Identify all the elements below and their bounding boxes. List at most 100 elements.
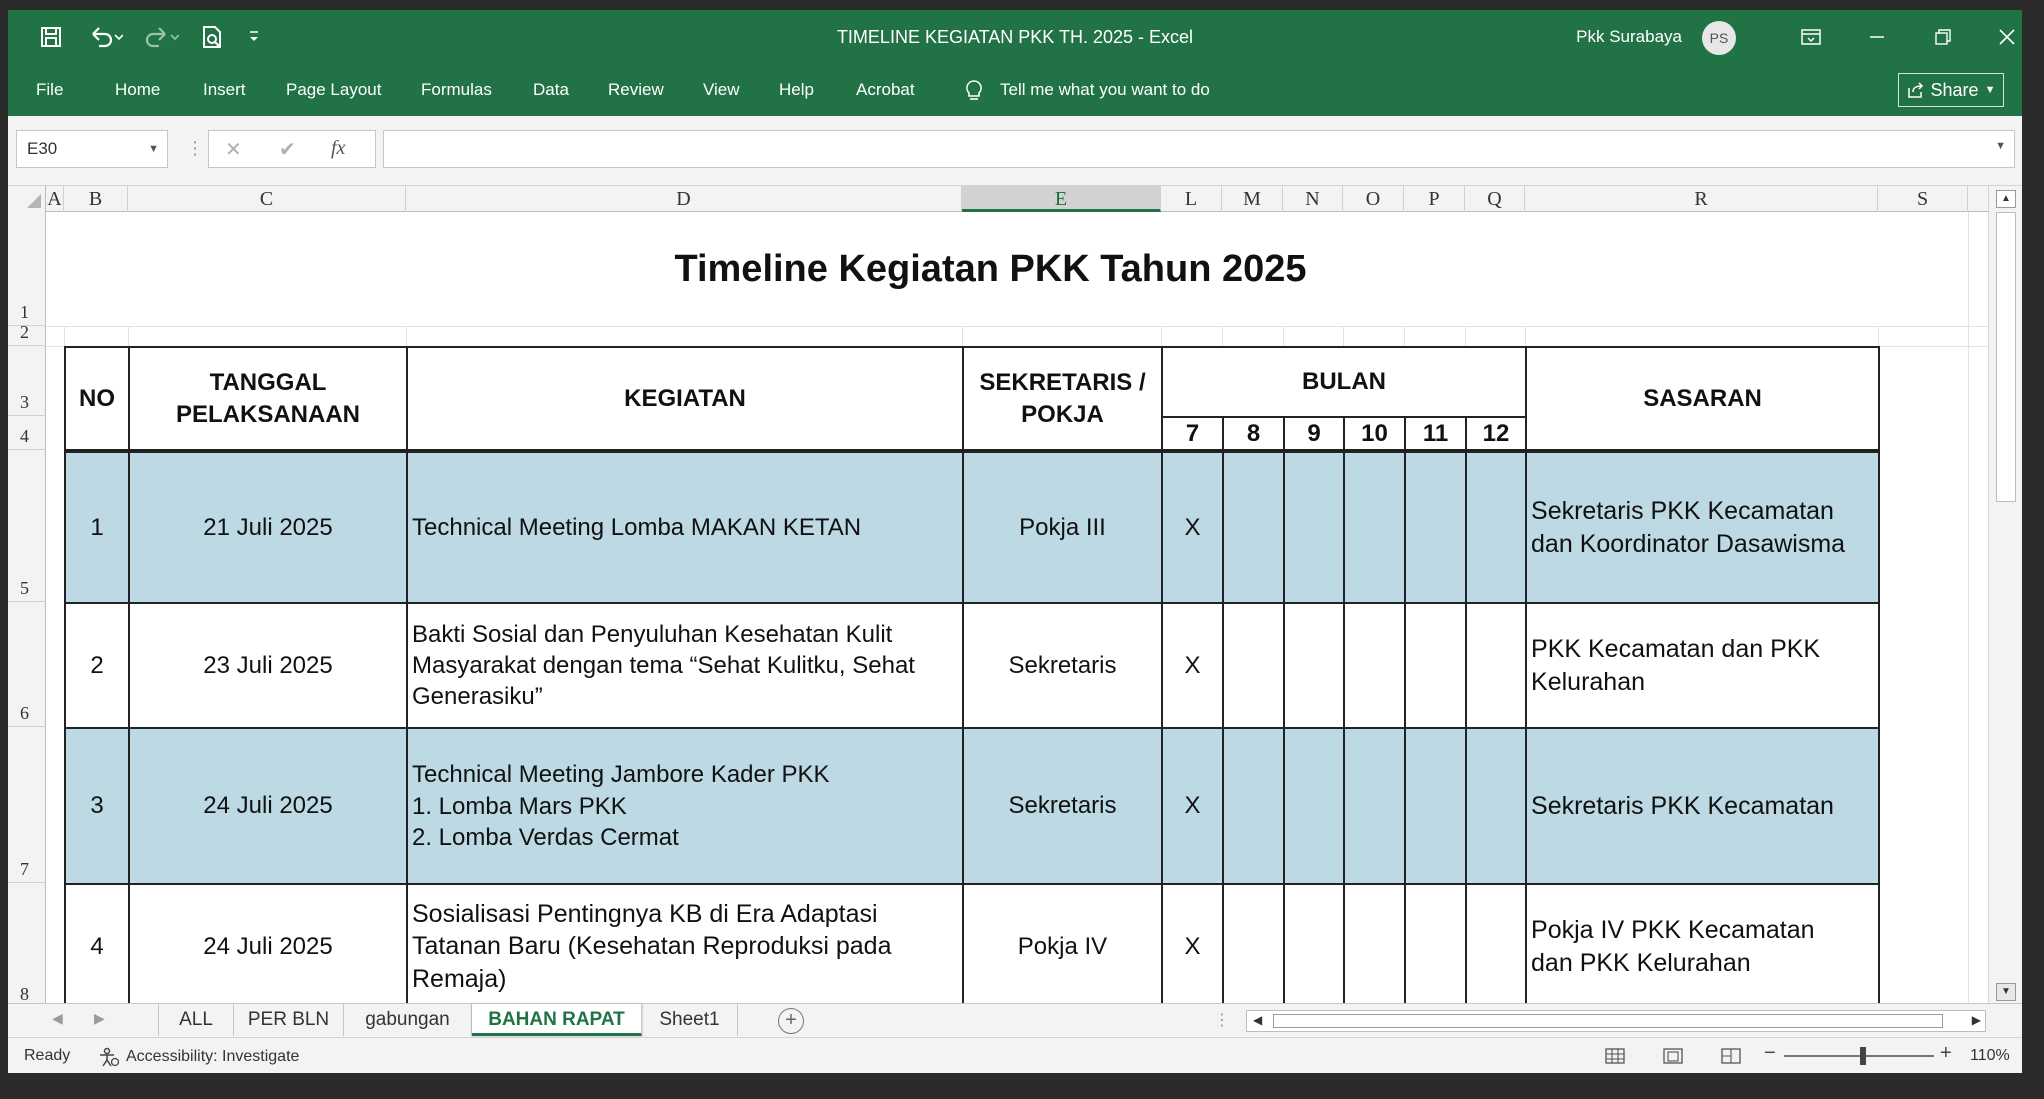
zoom-out-icon[interactable]: − (1764, 1042, 1776, 1065)
cell-pokja[interactable]: Sekretaris (962, 602, 1163, 730)
cell-month-mark[interactable] (1222, 883, 1285, 1003)
cell-pokja[interactable]: Pokja IV (962, 883, 1163, 1003)
zoom-slider-handle[interactable] (1860, 1047, 1866, 1065)
cell-sasaran[interactable]: PKK Kecamatan dan PKK Kelurahan (1525, 602, 1881, 730)
cell-month-mark[interactable] (1343, 449, 1406, 605)
insert-function-icon[interactable]: fx (331, 137, 345, 160)
cell-no[interactable]: 3 (64, 727, 130, 886)
cell-no[interactable]: 2 (64, 602, 130, 730)
sheet-tab-per-bln[interactable]: PER BLN (234, 1004, 344, 1036)
vertical-scrollbar[interactable]: ▲ ▼ (1988, 186, 2022, 1003)
cell-sasaran[interactable]: Sekretaris PKK Kecamatan (1525, 727, 1881, 886)
vertical-scroll-thumb[interactable] (1996, 212, 2016, 502)
row-header-5[interactable]: 5 (8, 450, 46, 602)
accessibility-status[interactable]: Accessibility: Investigate (98, 1047, 299, 1067)
sheet-tab-all[interactable]: ALL (158, 1004, 234, 1036)
tab-view[interactable]: View (703, 64, 740, 116)
cell-month-mark[interactable] (1222, 449, 1285, 605)
prev-sheet-icon[interactable]: ◀ (52, 1010, 63, 1027)
column-header-n[interactable]: N (1283, 186, 1343, 212)
scroll-right-icon[interactable]: ▶ (1972, 1013, 1981, 1027)
row-header-3[interactable]: 3 (8, 346, 46, 416)
tab-file[interactable]: File (36, 64, 63, 116)
cell-tanggal[interactable]: 24 Juli 2025 (128, 883, 408, 1003)
column-header-c[interactable]: C (128, 186, 406, 212)
cell-month-mark[interactable] (1343, 602, 1406, 730)
sheet-tab-sheet1[interactable]: Sheet1 (642, 1004, 738, 1036)
column-header-r[interactable]: R (1525, 186, 1878, 212)
tab-page-layout[interactable]: Page Layout (286, 64, 381, 116)
page-layout-view-icon[interactable] (1658, 1044, 1688, 1068)
user-name[interactable]: Pkk Surabaya (1576, 10, 1682, 64)
scroll-left-icon[interactable]: ◀ (1253, 1013, 1262, 1027)
table-row[interactable]: 4 24 Juli 2025 Sosialisasi Pentingnya KB… (64, 883, 1881, 1003)
tab-review[interactable]: Review (608, 64, 664, 116)
expand-formula-icon[interactable]: ▼ (1995, 140, 2006, 152)
tab-acrobat[interactable]: Acrobat (856, 64, 915, 116)
cancel-icon[interactable]: ✕ (225, 137, 242, 162)
cell-month-mark[interactable] (1222, 602, 1285, 730)
tab-help[interactable]: Help (779, 64, 814, 116)
sheet-tab-bahan-rapat[interactable]: BAHAN RAPAT (472, 1004, 642, 1036)
sheet-tab-gabungan[interactable]: gabungan (344, 1004, 472, 1036)
scroll-up-icon[interactable]: ▲ (1996, 190, 2016, 208)
scroll-down-icon[interactable]: ▼ (1996, 983, 2016, 1001)
cell-kegiatan[interactable]: Technical Meeting Jambore Kader PKK 1. Lo… (406, 727, 964, 886)
horizontal-scroll-thumb[interactable] (1273, 1014, 1943, 1028)
cell-month-mark[interactable] (1464, 883, 1528, 1003)
share-button[interactable]: Share ▼ (1898, 73, 2004, 107)
cell-no[interactable]: 1 (64, 449, 130, 605)
tab-home[interactable]: Home (115, 64, 160, 116)
column-header-b[interactable]: B (64, 186, 128, 212)
horizontal-scrollbar[interactable]: ◀ ▶ (1246, 1010, 1986, 1032)
cell-month-mark[interactable]: X (1161, 602, 1224, 730)
avatar[interactable]: PS (1702, 21, 1736, 55)
cell-month-mark[interactable] (1404, 883, 1467, 1003)
column-header-m[interactable]: M (1222, 186, 1283, 212)
column-header-q[interactable]: Q (1465, 186, 1525, 212)
restore-icon[interactable] (1910, 10, 1976, 64)
sheet-cells[interactable]: Timeline Kegiatan PKK Tahun 2025 NO TANG… (46, 212, 1988, 1003)
cell-month-mark[interactable] (1283, 727, 1345, 886)
row-header-1[interactable]: 1 (8, 212, 46, 326)
column-header-l[interactable]: L (1161, 186, 1222, 212)
row-header-4[interactable]: 4 (8, 416, 46, 450)
ribbon-display-icon[interactable] (1778, 10, 1844, 64)
formula-input[interactable]: ▼ (383, 130, 2015, 168)
minimize-icon[interactable] (1844, 10, 1910, 64)
table-row[interactable]: 2 23 Juli 2025 Bakti Sosial dan Penyuluh… (64, 602, 1881, 730)
cell-month-mark[interactable] (1404, 602, 1467, 730)
cell-month-mark[interactable] (1464, 449, 1528, 605)
add-sheet-icon[interactable]: + (778, 1008, 804, 1034)
cell-month-mark[interactable] (1283, 449, 1345, 605)
cell-month-mark[interactable] (1222, 727, 1285, 886)
cell-pokja[interactable]: Sekretaris (962, 727, 1163, 886)
column-header-d[interactable]: D (406, 186, 962, 212)
cell-kegiatan[interactable]: Bakti Sosial dan Penyuluhan Kesehatan Ku… (406, 602, 964, 730)
cell-month-mark[interactable] (1464, 602, 1528, 730)
row-header-7[interactable]: 7 (8, 727, 46, 883)
table-row[interactable]: 1 21 Juli 2025 Technical Meeting Lomba M… (64, 449, 1881, 605)
next-sheet-icon[interactable]: ▶ (94, 1010, 105, 1027)
normal-view-icon[interactable] (1600, 1044, 1630, 1068)
cell-no[interactable]: 4 (64, 883, 130, 1003)
enter-icon[interactable]: ✔ (279, 137, 296, 162)
chevron-down-icon[interactable]: ▼ (148, 131, 159, 167)
column-header-e[interactable]: E (962, 186, 1161, 212)
tab-formulas[interactable]: Formulas (421, 64, 492, 116)
cell-month-mark[interactable]: X (1161, 727, 1224, 886)
row-header-8[interactable]: 8 (8, 883, 46, 1003)
cell-month-mark[interactable] (1343, 727, 1406, 886)
cell-tanggal[interactable]: 23 Juli 2025 (128, 602, 408, 730)
zoom-slider[interactable] (1784, 1055, 1934, 1057)
table-row[interactable]: 3 24 Juli 2025 Technical Meeting Jambore… (64, 727, 1881, 886)
cell-pokja[interactable]: Pokja III (962, 449, 1163, 605)
cell-tanggal[interactable]: 24 Juli 2025 (128, 727, 408, 886)
zoom-in-icon[interactable]: + (1940, 1042, 1952, 1065)
cell-sasaran[interactable]: Pokja IV PKK Kecamatan dan PKK Kelurahan (1525, 883, 1881, 1003)
cell-month-mark[interactable]: X (1161, 883, 1224, 1003)
cell-month-mark[interactable] (1404, 727, 1467, 886)
cell-month-mark[interactable] (1283, 883, 1345, 1003)
cell-month-mark[interactable] (1404, 449, 1467, 605)
cell-month-mark[interactable] (1343, 883, 1406, 1003)
